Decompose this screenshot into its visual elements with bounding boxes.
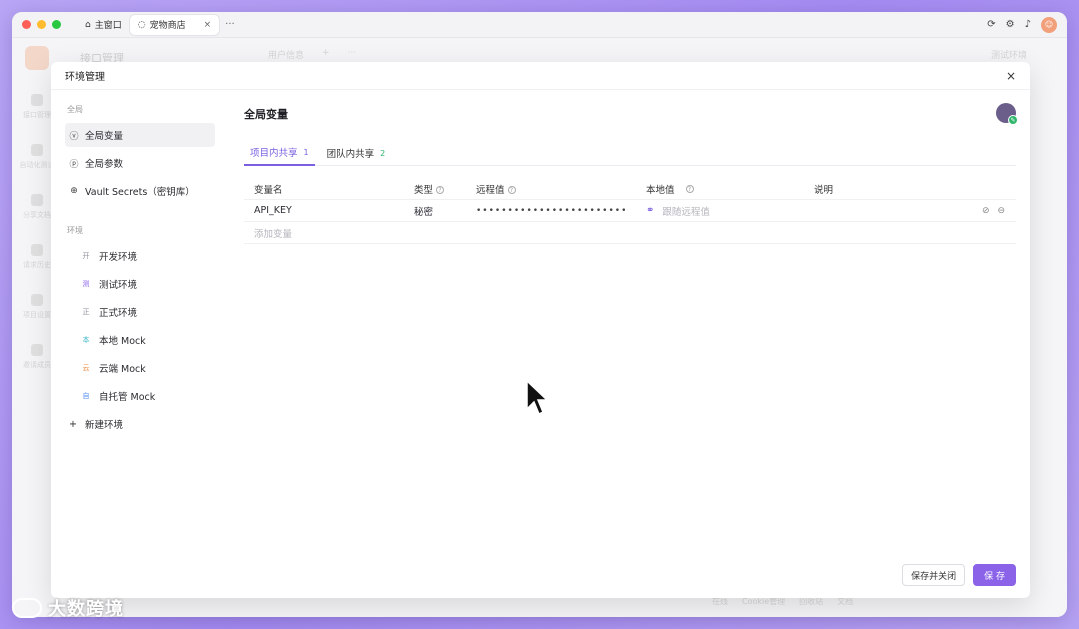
- rail-icon: [31, 94, 43, 106]
- app-icon: ◌: [137, 19, 146, 30]
- tab-team-share[interactable]: 团队内共享 2: [321, 140, 392, 166]
- edit-badge-icon: ✎: [1008, 115, 1018, 125]
- rail-icon: [31, 194, 43, 206]
- more-tabs-button[interactable]: ···: [225, 19, 235, 30]
- variable-icon: ⓥ: [69, 131, 79, 142]
- col-local: 本地值?: [646, 182, 814, 196]
- environment-modal: 环境管理 × 全局 ⓥ 全局变量 ⓟ 全局参数 ⊕ Vault Secrets（…: [51, 62, 1030, 598]
- env-badge: 正: [82, 308, 90, 316]
- env-item-local-mock[interactable]: 本 本地 Mock: [65, 328, 215, 352]
- rail-item: 请求历史: [23, 244, 51, 270]
- help-icon[interactable]: ?: [685, 184, 694, 193]
- rail-item: 项目设置: [23, 294, 51, 320]
- rail-icon: [31, 294, 43, 306]
- link-icon[interactable]: ⚭: [646, 205, 654, 216]
- var-local-cell[interactable]: ⚭ 跟随远程值: [646, 204, 814, 218]
- variables-table: 变量名 类型? 远程值? 本地值? 说明 API_KEY 秘密 ••••••••…: [244, 178, 1016, 244]
- env-badge: 自: [82, 392, 90, 400]
- close-window-button[interactable]: [22, 20, 31, 29]
- env-item-test[interactable]: 测 测试环境: [65, 272, 215, 296]
- env-item-selfhosted-mock[interactable]: 自 自托管 Mock: [65, 384, 215, 408]
- col-remote: 远程值?: [476, 182, 646, 196]
- bell-icon[interactable]: ♪: [1025, 19, 1031, 30]
- section-label-env: 环境: [67, 226, 83, 235]
- zoom-window-button[interactable]: [52, 20, 61, 29]
- modal-header: 环境管理 ×: [51, 62, 1030, 90]
- table-row: API_KEY 秘密 •••••••••••••••••••••••• ⚭ 跟随…: [244, 200, 1016, 222]
- new-env-button[interactable]: + 新建环境: [65, 412, 215, 436]
- env-badge: 测: [82, 280, 90, 288]
- modal-footer: 保存并关闭 保 存: [902, 564, 1016, 586]
- var-remote-cell[interactable]: ••••••••••••••••••••••••: [476, 206, 646, 216]
- env-badge: 云: [82, 364, 90, 372]
- param-icon: ⓟ: [69, 159, 79, 170]
- rail-icon: [31, 344, 43, 356]
- gear-icon[interactable]: ⚙: [1006, 19, 1015, 30]
- title-bar: ⌂ 主窗口 ◌ 宠物商店 × ··· ⟳ ⚙ ♪ ☺: [12, 12, 1067, 38]
- rail-icon: [31, 244, 43, 256]
- app-logo: [25, 46, 49, 70]
- env-item-dev[interactable]: 开 开发环境: [65, 244, 215, 268]
- refresh-icon[interactable]: ⟳: [987, 19, 995, 30]
- background-env-selector: 测试环境: [990, 51, 1027, 61]
- env-item-cloud-mock[interactable]: 云 云端 Mock: [65, 356, 215, 380]
- col-desc: 说明: [814, 184, 834, 196]
- modal-title: 环境管理: [65, 72, 105, 83]
- page-title: 全局变量: [244, 108, 288, 121]
- col-name: 变量名: [254, 184, 283, 196]
- titlebar-actions: ⟳ ⚙ ♪ ☺: [987, 16, 1057, 33]
- env-badge: 开: [82, 252, 90, 260]
- eye-off-icon[interactable]: ⊘: [982, 206, 990, 216]
- background-tabs: 用户信息 + ···: [268, 48, 357, 61]
- watermark: 大数跨境: [12, 595, 124, 621]
- rail-item: 邀请成员: [23, 344, 51, 370]
- rail-item: 分享文档: [23, 194, 51, 220]
- help-icon[interactable]: ?: [436, 186, 445, 194]
- rail-item: 接口管理: [23, 94, 51, 120]
- modal-main: 全局变量 ✎ 项目内共享 1 团队内共享 2 变量名 类型? 远程值? 本地值?…: [244, 90, 1018, 598]
- window-tab-petstore[interactable]: ◌ 宠物商店 ×: [129, 14, 220, 35]
- more-icon[interactable]: ⊖: [998, 206, 1006, 216]
- plus-icon: +: [69, 418, 77, 430]
- rail-item: 自动化测试: [20, 144, 55, 170]
- modal-sidebar: 全局 ⓥ 全局变量 ⓟ 全局参数 ⊕ Vault Secrets（密钥库） 环境…: [51, 90, 229, 598]
- var-type-cell[interactable]: 秘密: [414, 204, 476, 218]
- save-button[interactable]: 保 存: [973, 564, 1016, 586]
- share-tabs: 项目内共享 1 团队内共享 2: [244, 140, 1016, 166]
- sidebar-item-global-variables[interactable]: ⓥ 全局变量: [65, 123, 215, 147]
- env-badge: 本: [82, 336, 90, 344]
- window-tab-home[interactable]: ⌂ 主窗口: [77, 15, 130, 35]
- save-close-button[interactable]: 保存并关闭: [902, 564, 966, 586]
- section-label-global: 全局: [67, 105, 83, 114]
- close-tab-icon[interactable]: ×: [204, 20, 212, 30]
- table-header: 变量名 类型? 远程值? 本地值? 说明: [244, 178, 1016, 200]
- watermark-logo-icon: [12, 598, 42, 618]
- vault-icon: ⊕: [70, 186, 78, 196]
- home-icon: ⌂: [85, 19, 91, 30]
- help-icon[interactable]: ?: [507, 186, 516, 194]
- env-item-prod[interactable]: 正 正式环境: [65, 300, 215, 324]
- traffic-lights: [22, 20, 61, 29]
- close-icon[interactable]: ×: [1006, 69, 1016, 83]
- tab-count: 2: [380, 148, 386, 158]
- col-type: 类型?: [414, 182, 476, 196]
- var-name-cell[interactable]: API_KEY: [244, 205, 414, 216]
- avatar[interactable]: ✎: [996, 103, 1018, 125]
- add-variable-row[interactable]: 添加变量: [244, 222, 1016, 244]
- row-actions: ⊘ ⊖: [982, 206, 1016, 216]
- tab-count: 1: [303, 147, 309, 157]
- sidebar-item-global-params[interactable]: ⓟ 全局参数: [65, 151, 215, 175]
- sidebar-item-vault-secrets[interactable]: ⊕ Vault Secrets（密钥库）: [65, 179, 215, 203]
- minimize-window-button[interactable]: [37, 20, 46, 29]
- user-avatar[interactable]: ☺: [1041, 16, 1057, 33]
- tab-project-share[interactable]: 项目内共享 1: [244, 140, 315, 166]
- rail-icon: [31, 144, 43, 156]
- mouse-cursor-icon: [526, 380, 548, 416]
